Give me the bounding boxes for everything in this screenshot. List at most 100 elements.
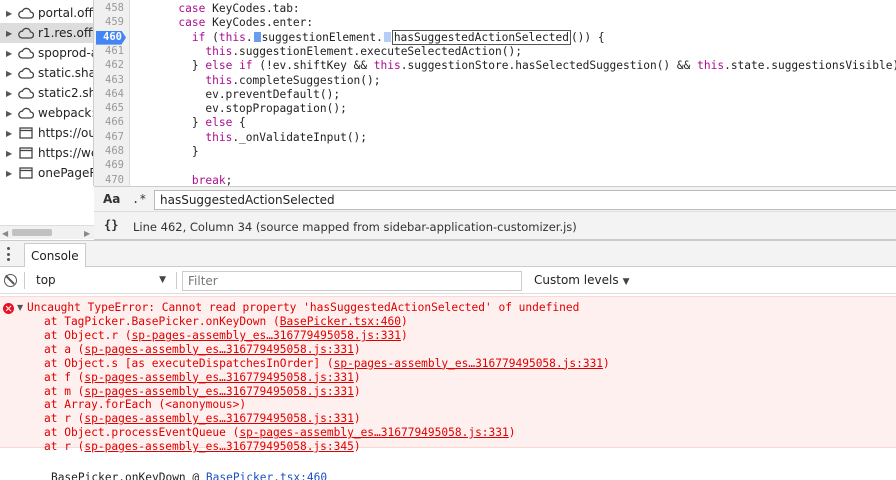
expand-arrow-icon[interactable]: ▶: [6, 109, 16, 118]
context-selector[interactable]: top ▼: [30, 271, 170, 290]
line-number[interactable]: 469: [94, 158, 124, 173]
line-number[interactable]: 466: [94, 115, 124, 130]
code-line[interactable]: 464 ev.preventDefault();: [94, 87, 896, 102]
tab-console[interactable]: Console: [24, 243, 86, 267]
code-line[interactable]: 469: [94, 158, 896, 173]
sidebar-item-label: r1.res.offic: [38, 26, 93, 40]
stack-frame-text: at m (: [44, 384, 85, 398]
stack-frame-text: at Object.s [as executeDispatchesInOrder…: [44, 356, 334, 370]
code-line[interactable]: 462 } else if (!ev.shiftKey && this.sugg…: [94, 58, 896, 73]
line-number[interactable]: 462: [94, 58, 124, 73]
line-number[interactable]: 470: [94, 173, 124, 186]
expand-arrow-icon[interactable]: ▶: [6, 69, 16, 78]
search-input[interactable]: [154, 190, 896, 210]
source-link[interactable]: BasePicker.tsx:460: [206, 471, 327, 480]
source-link[interactable]: sp-pages-assembly_es…316779495058.js:331: [84, 412, 353, 425]
console-messages: ▼ Uncaught TypeError: Cannot read proper…: [0, 294, 896, 480]
regex-toggle[interactable]: .*: [132, 192, 146, 206]
match-case-toggle[interactable]: Aa: [103, 192, 120, 206]
code-line[interactable]: 463 this.completeSuggestion();: [94, 73, 896, 88]
line-number[interactable]: 468: [94, 144, 124, 159]
expand-arrow-icon[interactable]: ▶: [6, 9, 16, 18]
sidebar-item[interactable]: ▶ static2.sha: [0, 83, 93, 103]
code-line[interactable]: 461 this.suggestionElement.executeSelect…: [94, 44, 896, 59]
code-line[interactable]: 458 case KeyCodes.tab:: [94, 1, 896, 16]
source-link[interactable]: sp-pages-assembly_es…316779495058.js:331: [84, 343, 353, 356]
sidebar-item[interactable]: ▶ r1.res.offic: [0, 23, 93, 43]
scroll-left-icon[interactable]: ◀: [2, 229, 8, 238]
error-message[interactable]: ▼ Uncaught TypeError: Cannot read proper…: [0, 296, 896, 453]
stack-frame: at Array.forEach (<anonymous>): [44, 398, 246, 412]
code-line[interactable]: 467 this._onValidateInput();: [94, 130, 896, 145]
source-link[interactable]: sp-pages-assembly_es…316779495058.js:331: [84, 385, 353, 398]
source-link[interactable]: sp-pages-assembly_es…316779495058.js:331: [84, 371, 353, 384]
stack-frame-text: at f (: [44, 370, 85, 384]
code-text: if (this. suggestionElement. hasSuggestedA…: [191, 29, 605, 45]
line-number[interactable]: 465: [94, 101, 124, 116]
line-number[interactable]: 464: [94, 87, 124, 102]
sidebar-item[interactable]: ▶ spoprod-a: [0, 43, 93, 63]
stack-frame-text: at TagPicker.BasePicker.onKeyDown (: [44, 315, 280, 328]
stack-frame: at Object.processEventQueue (sp-pages-as…: [44, 426, 516, 440]
stack-frame-text: at Array.forEach (<anonymous>): [44, 398, 247, 412]
scrollbar-thumb[interactable]: [12, 229, 52, 236]
more-options-icon[interactable]: [4, 247, 12, 261]
console-toolbar: top ▼ Custom levels▼: [0, 267, 896, 294]
sidebar-item[interactable]: ▶ https://we: [0, 143, 93, 163]
log-levels-dropdown[interactable]: Custom levels ▼: [534, 271, 630, 290]
code-line[interactable]: 459 case KeyCodes.enter:: [94, 15, 896, 30]
line-number[interactable]: 459: [94, 15, 124, 30]
sidebar-item[interactable]: ▶ https://ou: [0, 123, 93, 143]
error-text: Uncaught TypeError: Cannot read property…: [27, 301, 580, 314]
cloud-icon: [16, 47, 36, 59]
log-levels-label: Custom levels: [534, 273, 619, 287]
code-line[interactable]: 466 } else {: [94, 115, 896, 130]
breakpoint-marker[interactable]: 460: [96, 30, 126, 45]
sidebar-item[interactable]: ▶ static.shar: [0, 63, 93, 83]
expand-arrow-icon[interactable]: ▶: [6, 29, 16, 38]
source-link[interactable]: BasePicker.tsx:460: [280, 315, 401, 328]
filter-input[interactable]: [182, 271, 522, 291]
code-text: case KeyCodes.tab:: [178, 2, 300, 15]
line-number[interactable]: 467: [94, 130, 124, 145]
code-text: ev.preventDefault();: [138, 87, 341, 101]
frame-icon: [16, 167, 36, 179]
expand-arrow-icon[interactable]: ▶: [6, 169, 16, 178]
cloud-icon: [16, 67, 36, 79]
stack-frame: at m (sp-pages-assembly_es…316779495058.…: [44, 385, 361, 399]
code-line[interactable]: 465 ev.stopPropagation();: [94, 101, 896, 116]
sidebar-item-label: static2.sha: [38, 86, 93, 100]
line-number[interactable]: 458: [94, 1, 124, 16]
line-number[interactable]: 463: [94, 73, 124, 88]
chevron-down-icon: ▼: [622, 277, 630, 287]
sidebar-horizontal-scrollbar[interactable]: ◀ ▶: [0, 225, 94, 239]
expand-arrow-icon[interactable]: ▶: [6, 49, 16, 58]
source-link[interactable]: sp-pages-assembly_es…316779495058.js:345: [84, 440, 353, 453]
code-line[interactable]: 460 if (this. suggestionElement. hasSugges…: [94, 29, 896, 45]
code-line[interactable]: 470 break;: [94, 173, 896, 186]
stack-frame-text: at r (: [44, 440, 85, 454]
stack-frame-text: at r (: [44, 412, 85, 426]
stack-frame-text: ): [353, 384, 361, 398]
source-link[interactable]: sp-pages-assembly_es…316779495058.js:331: [239, 426, 508, 439]
cloud-icon: [16, 27, 36, 39]
pretty-print-button[interactable]: {}: [104, 218, 118, 232]
expand-arrow-icon[interactable]: ▶: [6, 89, 16, 98]
log-entry: BasePicker.onKeyDown @ BasePicker.tsx:46…: [24, 457, 327, 480]
source-link[interactable]: sp-pages-assembly_es…316779495058.js:331: [334, 357, 603, 370]
code-line[interactable]: 468 }: [94, 144, 896, 159]
sidebar-item[interactable]: ▶ onePageR: [0, 163, 93, 183]
code-text: break;: [191, 173, 233, 186]
clear-console-icon[interactable]: [4, 274, 17, 287]
source-link[interactable]: sp-pages-assembly_es…316779495058.js:331: [132, 329, 401, 342]
expand-triangle-icon[interactable]: ▼: [17, 303, 23, 312]
expand-arrow-icon[interactable]: ▶: [6, 149, 16, 158]
sidebar-item-label: portal.offi: [38, 6, 94, 20]
expand-arrow-icon[interactable]: ▶: [6, 129, 16, 138]
scroll-right-icon[interactable]: ▶: [84, 229, 90, 238]
line-number[interactable]: 461: [94, 44, 124, 59]
sidebar-item[interactable]: ▶ webpack:/: [0, 103, 93, 123]
sidebar-item[interactable]: ▶ portal.offi: [0, 3, 94, 23]
stack-frame: at Object.s [as executeDispatchesInOrder…: [44, 357, 610, 371]
code-editor[interactable]: 458 case KeyCodes.tab: 459 case KeyCodes.…: [94, 0, 896, 186]
